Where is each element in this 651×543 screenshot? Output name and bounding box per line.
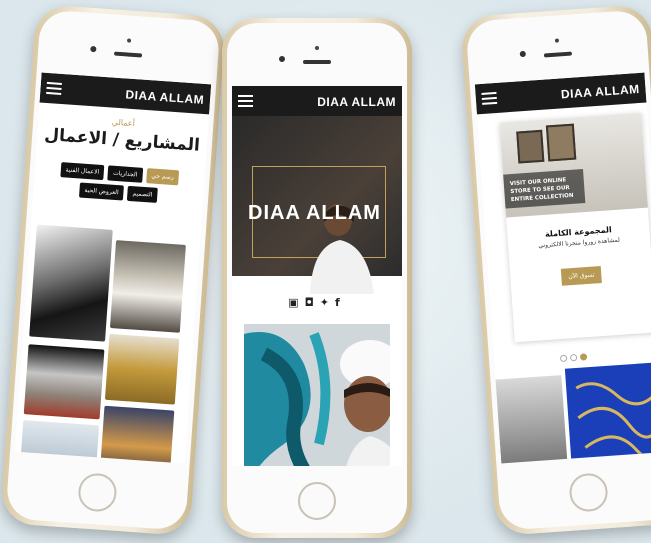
gold-calligraphy-icon bbox=[575, 382, 651, 461]
brand-logo[interactable]: DIAA ALLAM bbox=[125, 87, 205, 106]
store-text: VISIT OUR ONLINE STORE TO SEE OUR ENTIRE… bbox=[509, 177, 574, 204]
tag-live-painting[interactable]: رسم حي bbox=[145, 168, 180, 186]
gallery-item-calligraphy[interactable] bbox=[564, 361, 651, 464]
tag-art-works[interactable]: الاعمال الفنية bbox=[60, 162, 105, 181]
top-bar: DIAA ALLAM bbox=[232, 86, 402, 116]
brand-logo[interactable]: DIAA ALLAM bbox=[560, 82, 640, 101]
menu-icon[interactable] bbox=[46, 81, 62, 95]
middle-screen: DIAA ALLAM DIAA ALLAM ▣◘✦f bbox=[232, 86, 402, 466]
portfolio-item-wall[interactable] bbox=[23, 344, 105, 420]
store-image: VISIT OUR ONLINE STORE TO SEE OUR ENTIRE… bbox=[499, 112, 648, 218]
portfolio-item-artist[interactable] bbox=[109, 240, 186, 333]
carousel-dot-1[interactable] bbox=[559, 354, 568, 363]
filter-tags: الاعمال الفنية الجداريات رسم حي العروض ا… bbox=[43, 161, 195, 205]
social-links[interactable]: ▣◘✦f bbox=[232, 296, 402, 309]
left-phone: DIAA ALLAM أعمالي المشاريع / الاعمال الا… bbox=[0, 4, 226, 536]
gallery-item-scaffold[interactable] bbox=[495, 375, 568, 464]
brand-logo[interactable]: DIAA ALLAM bbox=[317, 95, 396, 109]
hero-title: DIAA ALLAM bbox=[248, 202, 381, 224]
tag-murals[interactable]: الجداريات bbox=[107, 165, 143, 183]
tag-design[interactable]: التصميم bbox=[127, 185, 158, 203]
earpiece bbox=[303, 60, 331, 64]
menu-icon[interactable] bbox=[481, 91, 498, 105]
portfolio-item-sculpture[interactable] bbox=[104, 333, 180, 405]
hero-banner: DIAA ALLAM bbox=[232, 116, 402, 294]
featured-photo[interactable] bbox=[244, 324, 390, 466]
sensor bbox=[315, 46, 319, 50]
middle-phone: DIAA ALLAM DIAA ALLAM ▣◘✦f bbox=[222, 18, 412, 538]
portfolio-item-building[interactable] bbox=[99, 405, 175, 464]
right-screen: DIAA ALLAM VISIT OUR ONLINE STORE TO SEE… bbox=[474, 72, 651, 464]
front-camera bbox=[279, 56, 285, 62]
carousel-dot-3[interactable] bbox=[579, 353, 588, 361]
portfolio-item-car[interactable] bbox=[29, 224, 113, 342]
carousel-dot-2[interactable] bbox=[569, 353, 578, 362]
portfolio-grid bbox=[19, 222, 197, 464]
carousel-dots bbox=[559, 345, 590, 366]
home-button[interactable] bbox=[298, 482, 336, 520]
tag-live-shows[interactable]: العروض الحية bbox=[79, 182, 125, 201]
shop-now-button[interactable]: تسوق الآن bbox=[560, 266, 603, 286]
menu-icon[interactable] bbox=[238, 95, 253, 107]
calligraphy-artwork bbox=[244, 324, 390, 466]
gallery-strip bbox=[495, 361, 651, 464]
collection-card: VISIT OUR ONLINE STORE TO SEE OUR ENTIRE… bbox=[499, 112, 651, 343]
left-screen: DIAA ALLAM أعمالي المشاريع / الاعمال الا… bbox=[15, 72, 212, 464]
